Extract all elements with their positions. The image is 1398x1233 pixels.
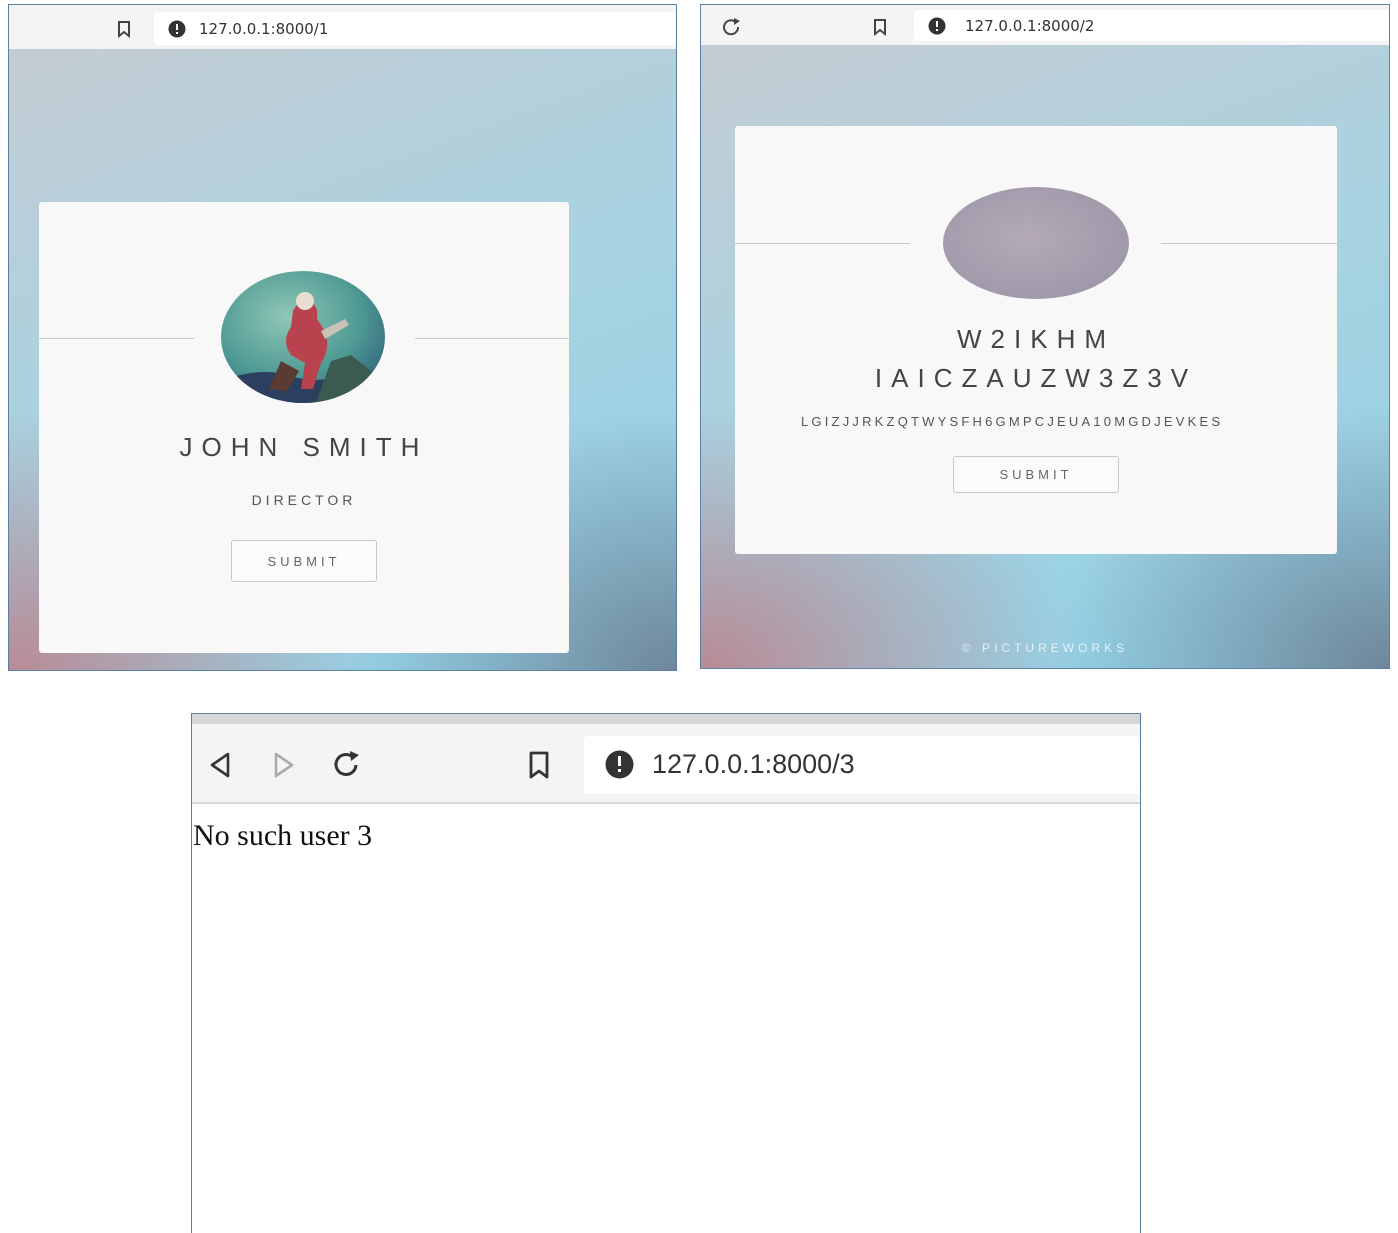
url-text[interactable]: 127.0.0.1:8000/1: [199, 20, 328, 38]
forward-icon[interactable]: [272, 751, 296, 779]
browser-window-1: 127.0.0.1:8000/1 JOHN SMITH DIRECTOR SUB…: [8, 4, 677, 671]
divider-right: [415, 338, 569, 339]
address-bar[interactable]: 127.0.0.1:8000/2: [914, 10, 1389, 41]
browser-window-3: 127.0.0.1:8000/3 No such user 3: [191, 713, 1141, 1233]
page-background: JOHN SMITH DIRECTOR SUBMIT: [9, 49, 676, 670]
address-bar[interactable]: 127.0.0.1:8000/3: [584, 736, 1140, 794]
bookmark-icon[interactable]: [872, 18, 888, 36]
browser-toolbar: 127.0.0.1:8000/3: [192, 724, 1140, 804]
page-background: W2IKHM IAICZAUZW3Z3V LGIZJJRKZQTWYSFH6GM…: [701, 45, 1389, 668]
divider-right: [1161, 243, 1337, 244]
tab-strip: [192, 714, 1140, 724]
avatar: [221, 271, 385, 403]
address-bar[interactable]: 127.0.0.1:8000/1: [154, 12, 676, 45]
footer-copyright: © PICTUREWORKS: [961, 641, 1129, 655]
browser-toolbar: 127.0.0.1:8000/1: [9, 5, 676, 50]
profile-name-line-2: IAICZAUZW3Z3V: [874, 363, 1198, 393]
url-text[interactable]: 127.0.0.1:8000/2: [965, 17, 1094, 35]
profile-card: W2IKHM IAICZAUZW3Z3V LGIZJJRKZQTWYSFH6GM…: [735, 126, 1337, 554]
profile-title: LGIZJJRKZQTWYSFH6GMPCJEUA10MGDJEVKES: [801, 414, 1224, 429]
profile-title: DIRECTOR: [251, 492, 357, 508]
back-icon[interactable]: [208, 751, 232, 779]
submit-button[interactable]: SUBMIT: [953, 456, 1119, 493]
bookmark-icon[interactable]: [528, 750, 550, 780]
profile-name: JOHN SMITH: [179, 432, 429, 462]
info-icon[interactable]: [605, 750, 634, 779]
reload-icon[interactable]: [332, 750, 362, 780]
info-icon[interactable]: [928, 17, 946, 35]
browser-toolbar: 127.0.0.1:8000/2: [701, 5, 1389, 46]
divider-left: [39, 338, 194, 339]
url-text[interactable]: 127.0.0.1:8000/3: [652, 749, 855, 780]
bookmark-icon[interactable]: [116, 20, 132, 38]
avatar-placeholder: [943, 187, 1129, 299]
divider-left: [735, 243, 910, 244]
profile-name-line-1: W2IKHM: [957, 324, 1115, 354]
reload-icon[interactable]: [721, 18, 743, 36]
submit-button[interactable]: SUBMIT: [231, 540, 377, 582]
browser-window-2: 127.0.0.1:8000/2 W2IKHM IAICZAUZW3Z3V LG…: [700, 4, 1390, 669]
info-icon[interactable]: [168, 20, 186, 38]
profile-card: JOHN SMITH DIRECTOR SUBMIT: [39, 202, 569, 653]
error-message: No such user 3: [193, 819, 373, 852]
